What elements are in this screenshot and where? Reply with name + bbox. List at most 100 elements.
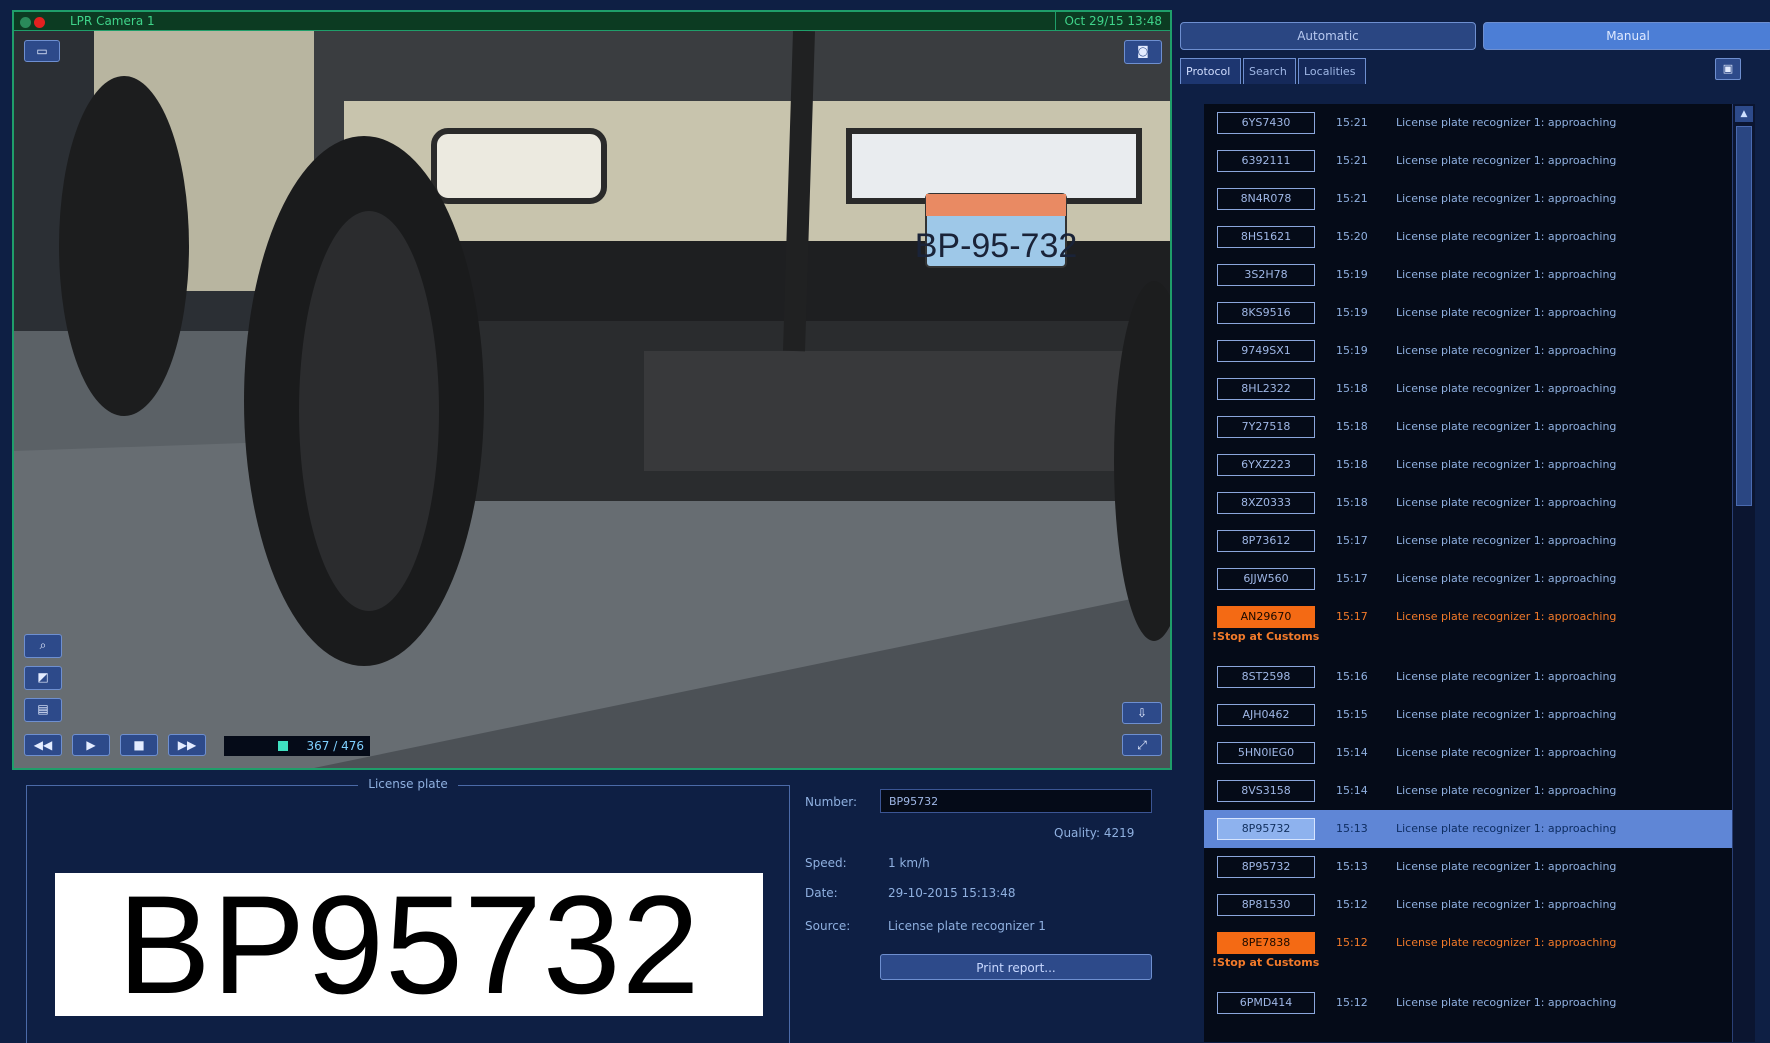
event-time: 15:12 — [1336, 898, 1368, 911]
event-plate: 8HL2322 — [1217, 378, 1315, 400]
event-row[interactable]: 8HL2322 15:18 License plate recognizer 1: … — [1204, 370, 1734, 408]
number-label: Number: — [805, 795, 858, 809]
event-description: License plate recognizer 1: approaching — [1396, 936, 1617, 949]
event-time: 15:15 — [1336, 708, 1368, 721]
event-description: License plate recognizer 1: approaching — [1396, 154, 1617, 167]
scroll-up-icon[interactable]: ▲ — [1735, 106, 1753, 122]
speed-label: Speed: — [805, 856, 847, 870]
event-plate: 8P73612 — [1217, 530, 1315, 552]
fullscreen-icon[interactable]: ⤢ — [1122, 734, 1162, 756]
event-time: 15:14 — [1336, 784, 1368, 797]
event-row[interactable]: 8VS3158 15:14 License plate recognizer 1: … — [1204, 772, 1734, 810]
print-report-button[interactable]: Print report... — [880, 954, 1152, 980]
video-viewer[interactable]: LPR Camera 1 Oct 29/15 13:48 BP-95-732 ▭… — [12, 10, 1172, 770]
event-time: 15:18 — [1336, 420, 1368, 433]
event-time: 15:19 — [1336, 268, 1368, 281]
event-description: License plate recognizer 1: approaching — [1396, 610, 1617, 623]
event-row[interactable]: 8N4R078 15:21 License plate recognizer 1: … — [1204, 180, 1734, 218]
event-row[interactable]: 6YS7430 15:21 License plate recognizer 1: … — [1204, 104, 1734, 142]
play-button[interactable]: ▶ — [72, 734, 110, 756]
event-row[interactable]: 3S2H78 15:19 License plate recognizer 1: a… — [1204, 256, 1734, 294]
event-plate: 6PMD414 — [1217, 992, 1315, 1014]
image-icon[interactable]: ◩ — [24, 666, 62, 690]
event-plate: 8P95732 — [1217, 818, 1315, 840]
video-titlebar: LPR Camera 1 Oct 29/15 13:48 — [14, 12, 1170, 31]
event-plate: 6YXZ223 — [1217, 454, 1315, 476]
camera-icon — [20, 17, 31, 28]
list-view-icon[interactable]: ▣ — [1715, 58, 1741, 80]
event-time: 15:20 — [1336, 230, 1368, 243]
event-plate: 5HN0IEG0 — [1217, 742, 1315, 764]
event-row[interactable]: 8ST2598 15:16 License plate recognizer 1: … — [1204, 658, 1734, 696]
event-row[interactable]: 6392111 15:21 License plate recognizer 1: … — [1204, 142, 1734, 180]
event-plate: 3S2H78 — [1217, 264, 1315, 286]
manual-mode-button[interactable]: Manual — [1483, 22, 1770, 50]
forward-button[interactable]: ▶▶ — [168, 734, 206, 756]
scroll-thumb[interactable] — [1736, 126, 1752, 506]
event-time: 15:18 — [1336, 458, 1368, 471]
event-description: License plate recognizer 1: approaching — [1396, 382, 1617, 395]
event-plate: 6JJW560 — [1217, 568, 1315, 590]
event-time: 15:13 — [1336, 822, 1368, 835]
video-timestamp: Oct 29/15 13:48 — [1055, 12, 1162, 30]
frame-counter: 367 / 476 — [224, 736, 370, 756]
source-label: Source: — [805, 919, 851, 933]
event-time: 15:21 — [1336, 154, 1368, 167]
automatic-mode-button[interactable]: Automatic — [1180, 22, 1476, 50]
frame-counter-text: 367 / 476 — [306, 739, 364, 753]
tab-search[interactable]: Search — [1243, 58, 1296, 84]
tab-protocol[interactable]: Protocol — [1180, 58, 1241, 84]
event-row[interactable]: AJH0462 15:15 License plate recognizer 1: … — [1204, 696, 1734, 734]
export-icon[interactable]: ▤ — [24, 698, 62, 722]
event-alert-note: !Stop at Customs — [1212, 956, 1320, 969]
license-plate-panel: License plate BP95732 — [26, 777, 790, 1043]
layout-toggle-button[interactable]: ▭ — [24, 40, 60, 62]
snapshot-icon[interactable]: ◙ — [1124, 40, 1162, 64]
event-row[interactable]: 6YXZ223 15:18 License plate recognizer 1: … — [1204, 446, 1734, 484]
date-label: Date: — [805, 886, 838, 900]
event-row[interactable]: 8KS9516 15:19 License plate recognizer 1: … — [1204, 294, 1734, 332]
event-time: 15:18 — [1336, 382, 1368, 395]
event-time: 15:13 — [1336, 860, 1368, 873]
download-icon[interactable]: ⇩ — [1122, 702, 1162, 724]
event-plate: 8ST2598 — [1217, 666, 1315, 688]
event-description: License plate recognizer 1: approaching — [1396, 784, 1617, 797]
event-description: License plate recognizer 1: approaching — [1396, 344, 1617, 357]
speed-value: 1 km/h — [888, 856, 930, 870]
events-panel: Automatic Manual Protocol Search Localit… — [1180, 0, 1770, 1042]
event-row[interactable]: 6JJW560 15:17 License plate recognizer 1: … — [1204, 560, 1734, 598]
stop-button[interactable]: ■ — [120, 734, 158, 756]
zoom-icon[interactable]: ⌕ — [24, 634, 62, 658]
event-row[interactable]: 8PE7838 15:12 License plate recognizer 1: … — [1204, 924, 1734, 984]
event-row[interactable]: 8P81530 15:12 License plate recognizer 1: … — [1204, 886, 1734, 924]
event-row[interactable]: 8P73612 15:17 License plate recognizer 1: … — [1204, 522, 1734, 560]
event-row[interactable]: 8HS1621 15:20 License plate recognizer 1: … — [1204, 218, 1734, 256]
tab-localities[interactable]: Localities — [1298, 58, 1366, 84]
event-list-scrollbar[interactable]: ▲ — [1732, 104, 1755, 1042]
event-row[interactable]: 7Y27518 15:18 License plate recognizer 1: … — [1204, 408, 1734, 446]
event-description: License plate recognizer 1: approaching — [1396, 192, 1617, 205]
number-field[interactable]: BP95732 — [880, 789, 1152, 813]
event-row[interactable]: 8XZ0333 15:18 License plate recognizer 1: … — [1204, 484, 1734, 522]
event-row[interactable]: AN29670 15:17 License plate recognizer 1: … — [1204, 598, 1734, 658]
event-description: License plate recognizer 1: approaching — [1396, 306, 1617, 319]
quality-text: Quality: 4219 — [1054, 826, 1135, 840]
scene-license-plate: BP-95-732 — [915, 193, 1077, 268]
event-description: License plate recognizer 1: approaching — [1396, 572, 1617, 585]
event-plate: 8HS1621 — [1217, 226, 1315, 248]
event-row[interactable]: 9749SX1 15:19 License plate recognizer 1: … — [1204, 332, 1734, 370]
event-time: 15:12 — [1336, 996, 1368, 1009]
event-time: 15:17 — [1336, 610, 1368, 623]
event-row[interactable]: 8P95732 15:13 License plate recognizer 1: … — [1204, 810, 1734, 848]
event-description: License plate recognizer 1: approaching — [1396, 708, 1617, 721]
event-time: 15:18 — [1336, 496, 1368, 509]
event-time: 15:21 — [1336, 116, 1368, 129]
event-row[interactable]: 8P95732 15:13 License plate recognizer 1: … — [1204, 848, 1734, 886]
event-row[interactable]: 5HN0IEG0 15:14 License plate recognizer 1:… — [1204, 734, 1734, 772]
event-description: License plate recognizer 1: approaching — [1396, 268, 1617, 281]
rewind-button[interactable]: ◀◀ — [24, 734, 62, 756]
event-alert-note: !Stop at Customs — [1212, 630, 1320, 643]
event-plate: 6YS7430 — [1217, 112, 1315, 134]
event-row[interactable]: 6PMD414 15:12 License plate recognizer 1: … — [1204, 984, 1734, 1022]
event-list: 6YS7430 15:21 License plate recognizer 1: … — [1204, 104, 1734, 1042]
